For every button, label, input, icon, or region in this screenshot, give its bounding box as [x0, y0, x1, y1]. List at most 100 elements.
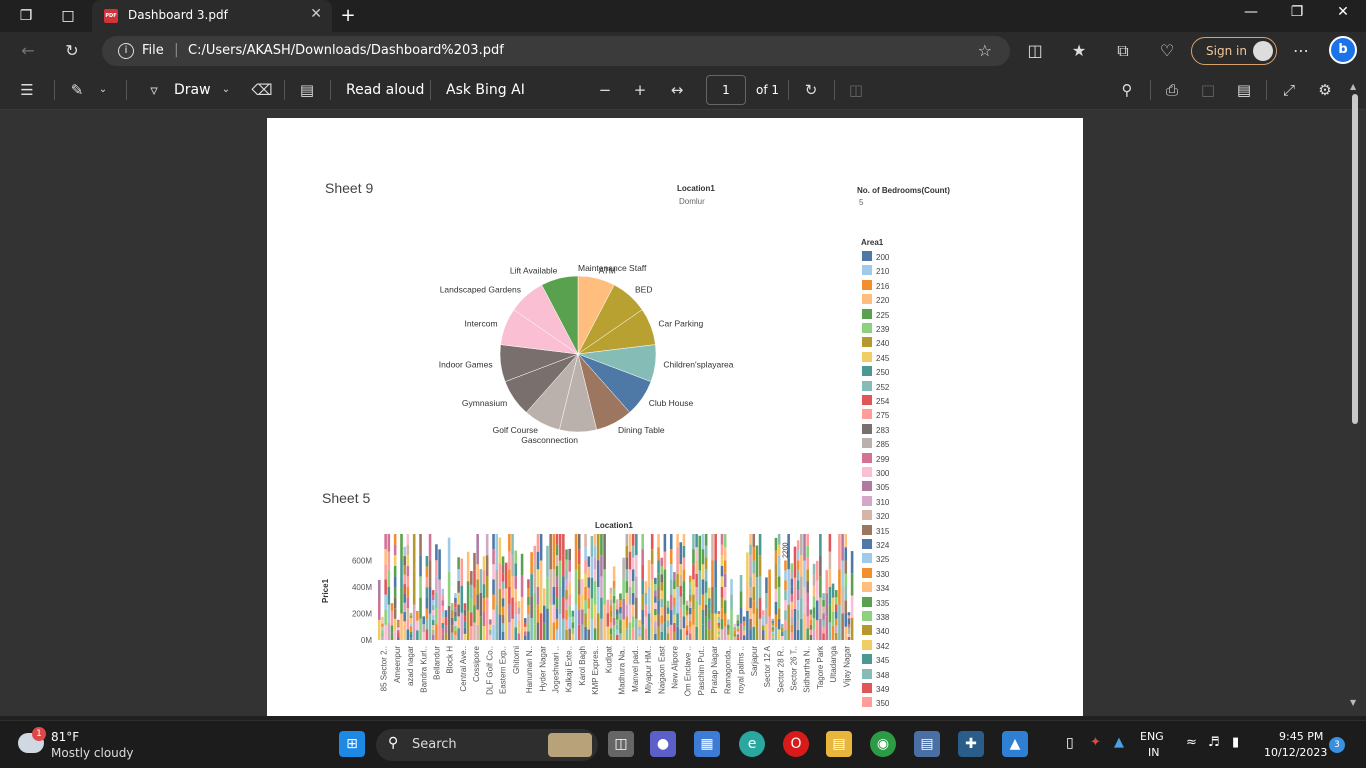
page-view-icon[interactable]: ◫ [845, 81, 867, 99]
workspaces-icon[interactable]: ❐ [16, 6, 36, 26]
scroll-up-icon[interactable]: ▲ [1350, 82, 1356, 91]
contents-list-icon[interactable]: ☰ [16, 81, 38, 99]
x-tick-label: New Alipore [671, 645, 680, 688]
search-icon[interactable]: ⚲ [1116, 81, 1138, 99]
address-scheme: File [142, 43, 164, 58]
clock-date[interactable]: 10/12/2023 [1264, 746, 1327, 759]
battery-icon[interactable]: ▮ [1232, 735, 1239, 750]
bar-segment [657, 560, 660, 574]
scroll-down-icon[interactable]: ▼ [1350, 698, 1356, 707]
usb-icon[interactable]: ▯ [1066, 735, 1074, 751]
back-icon[interactable]: ← [17, 41, 39, 60]
language-bottom[interactable]: IN [1148, 746, 1159, 759]
chrome-icon[interactable]: ◉ [870, 731, 896, 757]
rotate-icon[interactable]: ↻ [800, 81, 822, 99]
page-number-input[interactable]: 1 [706, 75, 746, 105]
bing-copilot-icon[interactable]: b [1329, 36, 1357, 64]
bar-segment [657, 587, 660, 601]
teams-chat-icon[interactable]: ● [650, 731, 676, 757]
bar-segment [765, 577, 768, 594]
browser-essentials-icon[interactable]: ♡ [1156, 41, 1178, 60]
minimize-icon[interactable]: — [1236, 4, 1266, 20]
weather-temp[interactable]: 81°F [51, 730, 79, 744]
bar-segment [520, 596, 524, 619]
x-tick-label: Tagore Park [816, 645, 825, 689]
collections-icon[interactable]: ⧉ [1112, 41, 1134, 61]
volume-icon[interactable]: ♬ [1208, 735, 1220, 750]
bar-segment [482, 626, 486, 640]
weather-desc[interactable]: Mostly cloudy [51, 746, 134, 760]
highlight-dropdown-icon[interactable]: ⌄ [92, 84, 114, 95]
defender-icon[interactable]: ▲ [1114, 735, 1124, 750]
highlight-icon[interactable]: ✎ [66, 81, 88, 99]
bar-segment [806, 534, 809, 546]
more-options-icon[interactable]: ⋯ [1290, 41, 1312, 60]
save-icon[interactable]: □ [1197, 81, 1219, 99]
bar-segment [378, 599, 381, 620]
bar-segment [454, 616, 457, 622]
bar-segment [384, 534, 387, 550]
scrollbar-thumb[interactable] [1352, 94, 1358, 424]
save-as-icon[interactable]: ▤ [1233, 81, 1255, 99]
bar-segment [679, 574, 683, 586]
task-view-icon[interactable]: ◫ [608, 731, 634, 757]
bar-segment [647, 613, 651, 640]
read-aloud-button[interactable]: Read aloud [346, 82, 424, 98]
fullscreen-icon[interactable]: ⤢ [1278, 81, 1300, 99]
tableau-icon[interactable]: ✚ [958, 731, 984, 757]
bar-segment [682, 557, 686, 570]
bluetooth-icon[interactable]: ✦ [1090, 735, 1101, 750]
text-box-icon[interactable]: ▤ [296, 81, 318, 99]
bar-segment [485, 618, 489, 640]
tableau-reader-icon[interactable]: ▤ [914, 731, 940, 757]
zoom-in-icon[interactable]: + [629, 81, 651, 99]
edge-icon[interactable]: e [739, 731, 765, 757]
x-tick-label: Manvel pad.. [631, 646, 640, 692]
active-tab[interactable]: PDF Dashboard 3.pdf ✕ [92, 0, 332, 32]
favorite-star-icon[interactable]: ☆ [978, 41, 992, 60]
draw-icon[interactable]: ▿ [143, 81, 165, 99]
print-icon[interactable]: ⎙ [1161, 81, 1183, 99]
x-tick-label: Block H [446, 646, 455, 674]
new-tab-button[interactable]: + [338, 6, 358, 26]
restore-icon[interactable]: ❐ [1282, 4, 1312, 20]
refresh-icon[interactable]: ↻ [61, 41, 83, 60]
bar-segment [596, 560, 600, 587]
opera-icon[interactable]: O [783, 731, 809, 757]
draw-button[interactable]: Draw [174, 82, 211, 98]
file-explorer-icon[interactable]: ▤ [826, 731, 852, 757]
vertical-scrollbar[interactable]: ▲ ▼ [1348, 82, 1362, 716]
bar-segment [790, 601, 794, 610]
address-bar[interactable]: i File | C:/Users/AKASH/Downloads/Dashbo… [102, 36, 1010, 66]
zoom-out-icon[interactable]: − [594, 81, 616, 99]
bar-segment [381, 633, 384, 637]
y-tick-label: 600M [352, 557, 372, 566]
favorites-icon[interactable]: ★ [1068, 41, 1090, 60]
language-top[interactable]: ENG [1140, 730, 1164, 743]
bar-segment [530, 574, 533, 597]
toolbar-divider [54, 80, 55, 100]
split-screen-icon[interactable]: ◫ [1024, 41, 1046, 60]
bar-segment [577, 549, 581, 565]
close-window-icon[interactable]: ✕ [1328, 4, 1358, 20]
bar-segment [593, 604, 597, 617]
fit-page-icon[interactable]: ↔ [666, 81, 688, 99]
address-url[interactable]: C:/Users/AKASH/Downloads/Dashboard%203.p… [188, 43, 504, 58]
info-icon[interactable]: i [118, 43, 134, 59]
wifi-icon[interactable]: ≈ [1186, 735, 1197, 750]
bar-segment [562, 576, 565, 598]
photos-icon[interactable]: ▲ [1002, 731, 1028, 757]
close-tab-icon[interactable]: ✕ [310, 6, 322, 22]
windows-start-icon[interactable]: ⊞ [339, 731, 365, 757]
draw-dropdown-icon[interactable]: ⌄ [215, 84, 237, 95]
settings-gear-icon[interactable]: ⚙ [1314, 81, 1336, 99]
ask-bing-button[interactable]: Ask Bing AI [446, 82, 525, 98]
eraser-icon[interactable]: ⌫ [251, 81, 273, 99]
tab-actions-icon[interactable]: □ [58, 6, 78, 26]
store-icon[interactable]: ▦ [694, 731, 720, 757]
clock-time[interactable]: 9:45 PM [1279, 730, 1323, 743]
notification-badge[interactable]: 3 [1329, 737, 1345, 753]
bar-segment [688, 633, 692, 640]
taskbar-search[interactable]: ⚲ Search [376, 729, 598, 761]
sign-in-button[interactable]: Sign in [1191, 37, 1277, 65]
